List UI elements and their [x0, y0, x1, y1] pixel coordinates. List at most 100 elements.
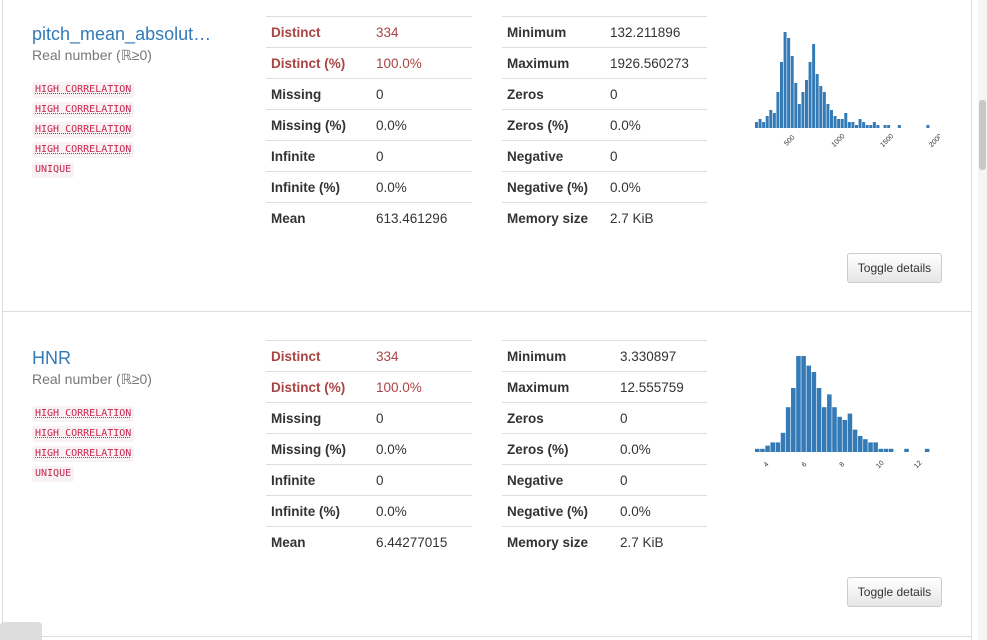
histogram-bar [858, 119, 862, 128]
variable-separator [3, 311, 971, 312]
stat-value: 0 [371, 402, 472, 434]
histogram-bar [769, 110, 773, 128]
histogram-bar [816, 388, 822, 452]
x-tick-label: 12 [913, 460, 924, 471]
histogram-bar [832, 407, 837, 452]
histogram-bar [842, 420, 848, 452]
histogram-bar [904, 448, 909, 452]
histogram-bar [869, 125, 873, 128]
stat-row: Mean 613.461296 [266, 202, 472, 233]
stat-value: 100.0% [371, 47, 472, 79]
high-correlation-badge[interactable]: HIGH CORRELATION [32, 122, 135, 138]
stat-value: 12.555759 [615, 371, 707, 403]
stat-value: 334 [371, 16, 472, 48]
stat-row: Negative (%) 0.0% [502, 495, 707, 527]
high-correlation-badge[interactable]: HIGH CORRELATION [32, 446, 135, 462]
stats-table-left: Distinct 334 Distinct (%) 100.0% Missing 0 … [266, 340, 472, 557]
x-tick-label: 6 [801, 461, 809, 469]
stat-value: 1926.560273 [605, 47, 707, 79]
histogram-bar [844, 113, 848, 128]
stat-row: Mean 6.44277015 [266, 526, 472, 557]
x-tick-label: 1000 [831, 133, 847, 149]
histogram-bar [883, 125, 887, 128]
histogram-bar [797, 104, 801, 128]
stat-row: Minimum 132.211896 [502, 16, 707, 48]
histogram-bar [801, 356, 806, 452]
stat-row: Zeros (%) 0.0% [502, 433, 707, 465]
stat-value: 0 [615, 464, 707, 496]
stat-row: Infinite 0 [266, 464, 472, 496]
stat-label: Zeros (%) [502, 433, 615, 465]
high-correlation-badge[interactable]: HIGH CORRELATION [32, 426, 135, 442]
histogram-bar [794, 83, 798, 128]
stat-value: 2.7 KiB [615, 526, 707, 557]
stat-label: Minimum [502, 340, 615, 372]
stat-value: 0 [371, 78, 472, 110]
histogram-bar [873, 442, 878, 452]
histogram-bar [840, 119, 844, 128]
stat-label: Missing [266, 78, 371, 110]
stat-label: Missing [266, 402, 371, 434]
stat-label: Negative (%) [502, 495, 615, 527]
histogram-bar [888, 448, 894, 452]
stat-value: 0 [605, 78, 707, 110]
stat-row: Negative (%) 0.0% [502, 171, 707, 203]
histogram-bar [897, 125, 901, 128]
stat-row: Infinite (%) 0.0% [266, 495, 472, 527]
stat-label: Mean [266, 202, 371, 233]
histogram-bar [847, 122, 851, 128]
stat-row: Memory size 2.7 KiB [502, 202, 707, 233]
scroll-to-top-tab[interactable] [0, 622, 42, 640]
stat-value: 0.0% [371, 171, 472, 203]
variable-name-link[interactable]: pitch_mean_absolut… [32, 24, 211, 45]
high-correlation-badge[interactable]: HIGH CORRELATION [32, 406, 135, 422]
stats-table-right: Minimum 132.211896 Maximum 1926.560273 Zer… [502, 16, 707, 233]
toggle-details-button[interactable]: Toggle details [847, 253, 942, 283]
stat-label: Infinite [266, 464, 371, 496]
high-correlation-badge[interactable]: HIGH CORRELATION [32, 82, 135, 98]
histogram-chart[interactable]: 4 6 8 10 12 [745, 344, 940, 484]
histogram-bar [755, 448, 760, 452]
stat-value: 0 [371, 464, 472, 496]
histogram-bar [812, 44, 816, 128]
stat-row: Distinct 334 [266, 340, 472, 372]
vertical-scrollbar[interactable] [978, 0, 987, 640]
stat-value: 6.44277015 [371, 526, 472, 557]
stat-label: Distinct [266, 340, 371, 372]
histogram-chart[interactable]: 500 1000 1500 2000 [745, 20, 940, 160]
stat-label: Zeros (%) [502, 109, 605, 141]
stat-row: Maximum 1926.560273 [502, 47, 707, 79]
histogram-bar [811, 372, 817, 452]
stats-table-left: Distinct 334 Distinct (%) 100.0% Missing 0 … [266, 16, 472, 233]
histogram-bar [872, 122, 876, 128]
variable-name-link[interactable]: HNR [32, 348, 71, 369]
x-tick-label: 8 [839, 461, 847, 469]
toggle-details-button[interactable]: Toggle details [847, 577, 942, 607]
stat-label: Distinct (%) [266, 47, 371, 79]
histogram-bar [855, 125, 858, 128]
x-tick-label: 500 [783, 134, 796, 147]
x-tick-label: 10 [875, 460, 886, 471]
stat-value: 0.0% [615, 433, 707, 465]
stat-row: Distinct (%) 100.0% [266, 47, 472, 79]
variable-type: Real number (ℝ≥0) [32, 371, 152, 387]
unique-badge: UNIQUE [32, 466, 75, 482]
histogram-bar [827, 394, 832, 452]
histogram-bar [760, 448, 765, 452]
histogram-bar [830, 110, 833, 128]
scrollbar-thumb[interactable] [979, 100, 986, 170]
stat-label: Maximum [502, 47, 605, 79]
histogram-bar [863, 439, 868, 452]
x-tick-label: 2000 [928, 133, 940, 149]
high-correlation-badge[interactable]: HIGH CORRELATION [32, 102, 135, 118]
stat-label: Maximum [502, 371, 615, 403]
stat-label: Distinct (%) [266, 371, 371, 403]
histogram-bar [826, 104, 830, 128]
stat-label: Distinct [266, 16, 371, 48]
high-correlation-badge[interactable]: HIGH CORRELATION [32, 142, 135, 158]
histogram-bar [837, 119, 841, 128]
stat-label: Mean [266, 526, 371, 557]
stat-value: 0 [371, 140, 472, 172]
histogram-bar [819, 86, 823, 128]
histogram-bar [755, 122, 758, 128]
